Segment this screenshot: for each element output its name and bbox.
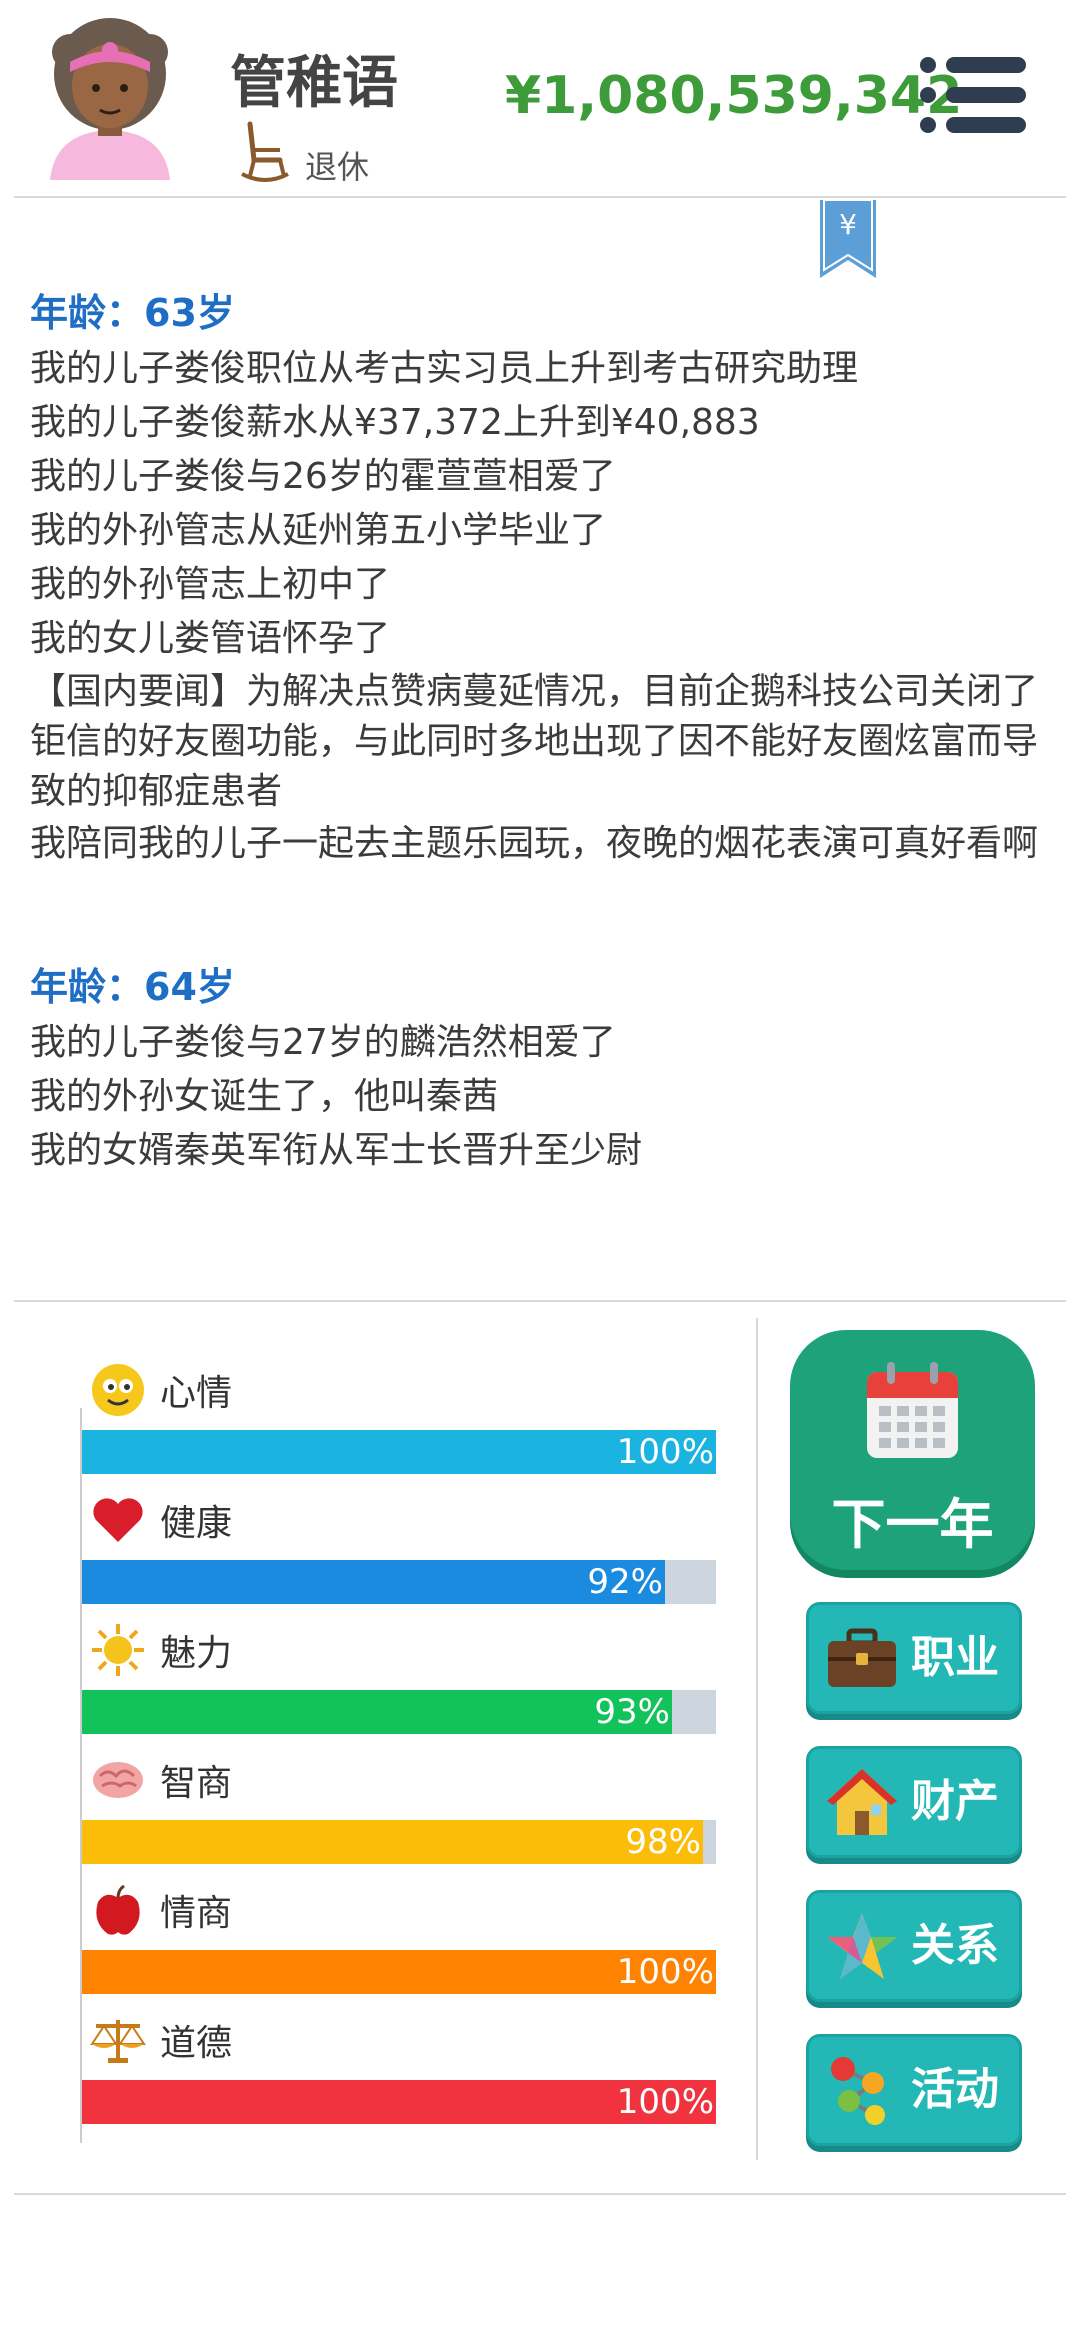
log-event: 我的外孙女诞生了，他叫秦茜 bbox=[30, 1076, 499, 1117]
year-block: 年龄：64岁 我的儿子娄俊与27岁的麟浩然相爱了 我的外孙女诞生了，他叫秦茜 我… bbox=[30, 959, 1050, 1177]
stat-row: 魅力 93% bbox=[80, 1620, 720, 1750]
stat-bar-track: 92% bbox=[82, 1560, 716, 1604]
heart-icon bbox=[90, 1492, 146, 1548]
activities-button[interactable]: 活动 bbox=[806, 2034, 1022, 2146]
header-divider bbox=[14, 196, 1066, 198]
stat-header: 道德 bbox=[90, 2010, 232, 2070]
stat-header: 魅力 bbox=[90, 1620, 232, 1680]
property-label: 财产 bbox=[911, 1776, 999, 1827]
stat-value: 98% bbox=[625, 1822, 701, 1862]
log-event: 我的儿子娄俊职位从考古实习员上升到考古研究助理 bbox=[30, 348, 859, 389]
log-event: 我的女婿秦英军衔从军士长晋升至少尉 bbox=[30, 1130, 643, 1171]
brain-icon bbox=[90, 1752, 146, 1808]
next-year-button[interactable]: 下一年 bbox=[790, 1330, 1035, 1570]
stat-label: 情商 bbox=[160, 1893, 233, 1934]
stat-value: 100% bbox=[616, 1432, 714, 1472]
age-heading: 年龄：63岁 bbox=[30, 291, 235, 335]
stat-bar-track: 100% bbox=[82, 1430, 716, 1474]
stat-label: 健康 bbox=[160, 1503, 233, 1544]
relations-label: 关系 bbox=[911, 1920, 999, 1971]
stat-bar-track: 100% bbox=[82, 1950, 716, 1994]
activity-dots-icon bbox=[831, 2057, 885, 2125]
stat-bar-track: 98% bbox=[82, 1820, 716, 1864]
stat-row: 道德 100% bbox=[80, 2010, 720, 2140]
briefcase-icon bbox=[828, 1628, 896, 1687]
career-button[interactable]: 职业 bbox=[806, 1602, 1022, 1714]
log-event: 我的儿子娄俊与27岁的麟浩然相爱了 bbox=[30, 1022, 616, 1063]
stat-header: 情商 bbox=[90, 1880, 232, 1940]
life-log: 年龄：63岁 我的儿子娄俊职位从考古实习员上升到考古研究助理 我的儿子娄俊薪水从… bbox=[30, 285, 1050, 1267]
stat-value: 92% bbox=[587, 1562, 663, 1602]
log-event: 我陪同我的儿子一起去主题乐园玩，夜晚的烟花表演可真好看啊 bbox=[30, 823, 1039, 864]
log-event: 我的外孙管志从延州第五小学毕业了 bbox=[30, 510, 607, 551]
stats-panel: 心情 100% 健康 92% 魅力 93% 智商 98% 情商 100% 道德 100% bbox=[80, 1360, 720, 2140]
stat-row: 智商 98% bbox=[80, 1750, 720, 1880]
scales-icon bbox=[90, 2012, 146, 2068]
star-icon bbox=[827, 1913, 897, 1979]
stat-header: 健康 bbox=[90, 1490, 232, 1550]
age-heading: 年龄：64岁 bbox=[30, 965, 235, 1009]
stat-header: 智商 bbox=[90, 1750, 232, 1810]
stat-label: 心情 bbox=[160, 1373, 233, 1414]
stat-label: 魅力 bbox=[160, 1633, 233, 1674]
menu-icon[interactable] bbox=[918, 55, 1028, 135]
calendar-icon bbox=[867, 1362, 958, 1458]
panel-divider bbox=[756, 1318, 758, 2160]
apple-icon bbox=[90, 1882, 146, 1938]
career-label: 职业 bbox=[911, 1632, 999, 1683]
relations-button[interactable]: 关系 bbox=[806, 1890, 1022, 2002]
svg-text:¥: ¥ bbox=[839, 208, 857, 241]
property-button[interactable]: 财产 bbox=[806, 1746, 1022, 1858]
activities-label: 活动 bbox=[911, 2064, 999, 2115]
avatar[interactable] bbox=[40, 12, 180, 180]
log-event: 我的儿子娄俊薪水从¥37,372上升到¥40,883 bbox=[30, 402, 760, 443]
money-balance: ¥1,080,539,342 bbox=[505, 66, 963, 126]
rocking-chair-icon bbox=[241, 121, 289, 182]
log-divider bbox=[14, 1300, 1066, 1302]
house-icon bbox=[827, 1769, 897, 1835]
stat-value: 100% bbox=[616, 2082, 714, 2122]
stat-header: 心情 bbox=[90, 1360, 232, 1420]
stat-label: 道德 bbox=[160, 2023, 233, 2064]
stat-row: 健康 92% bbox=[80, 1490, 720, 1620]
footer-divider bbox=[14, 2193, 1066, 2195]
stat-bar-track: 93% bbox=[82, 1690, 716, 1734]
year-block: 年龄：63岁 我的儿子娄俊职位从考古实习员上升到考古研究助理 我的儿子娄俊薪水从… bbox=[30, 285, 1050, 869]
stat-bar-fill bbox=[82, 1820, 703, 1864]
stat-bar-fill bbox=[82, 1690, 672, 1734]
log-event: 我的外孙管志上初中了 bbox=[30, 564, 391, 605]
smiley-icon bbox=[90, 1362, 146, 1418]
stat-label: 智商 bbox=[160, 1763, 233, 1804]
stat-row: 情商 100% bbox=[80, 1880, 720, 2010]
log-event: 我的儿子娄俊与26岁的霍萱萱相爱了 bbox=[30, 456, 616, 497]
stat-row: 心情 100% bbox=[80, 1360, 720, 1490]
next-year-label: 下一年 bbox=[831, 1493, 994, 1556]
log-event: 【国内要闻】为解决点赞病蔓延情况，目前企鹅科技公司关闭了钜信的好友圈功能，与此同… bbox=[30, 671, 1039, 812]
yen-bookmark-icon[interactable]: ¥ bbox=[820, 200, 876, 278]
stat-bar-track: 100% bbox=[82, 2080, 716, 2124]
header: 管稚语 退休 ¥1,080,539,342 bbox=[0, 0, 1080, 200]
status-label: 退休 bbox=[305, 148, 370, 186]
stat-value: 93% bbox=[594, 1692, 670, 1732]
player-name: 管稚语 bbox=[230, 51, 398, 116]
stat-bar-fill bbox=[82, 1560, 665, 1604]
stat-value: 100% bbox=[616, 1952, 714, 1992]
sun-icon bbox=[90, 1622, 146, 1678]
log-event: 我的女儿娄管语怀孕了 bbox=[30, 618, 391, 659]
